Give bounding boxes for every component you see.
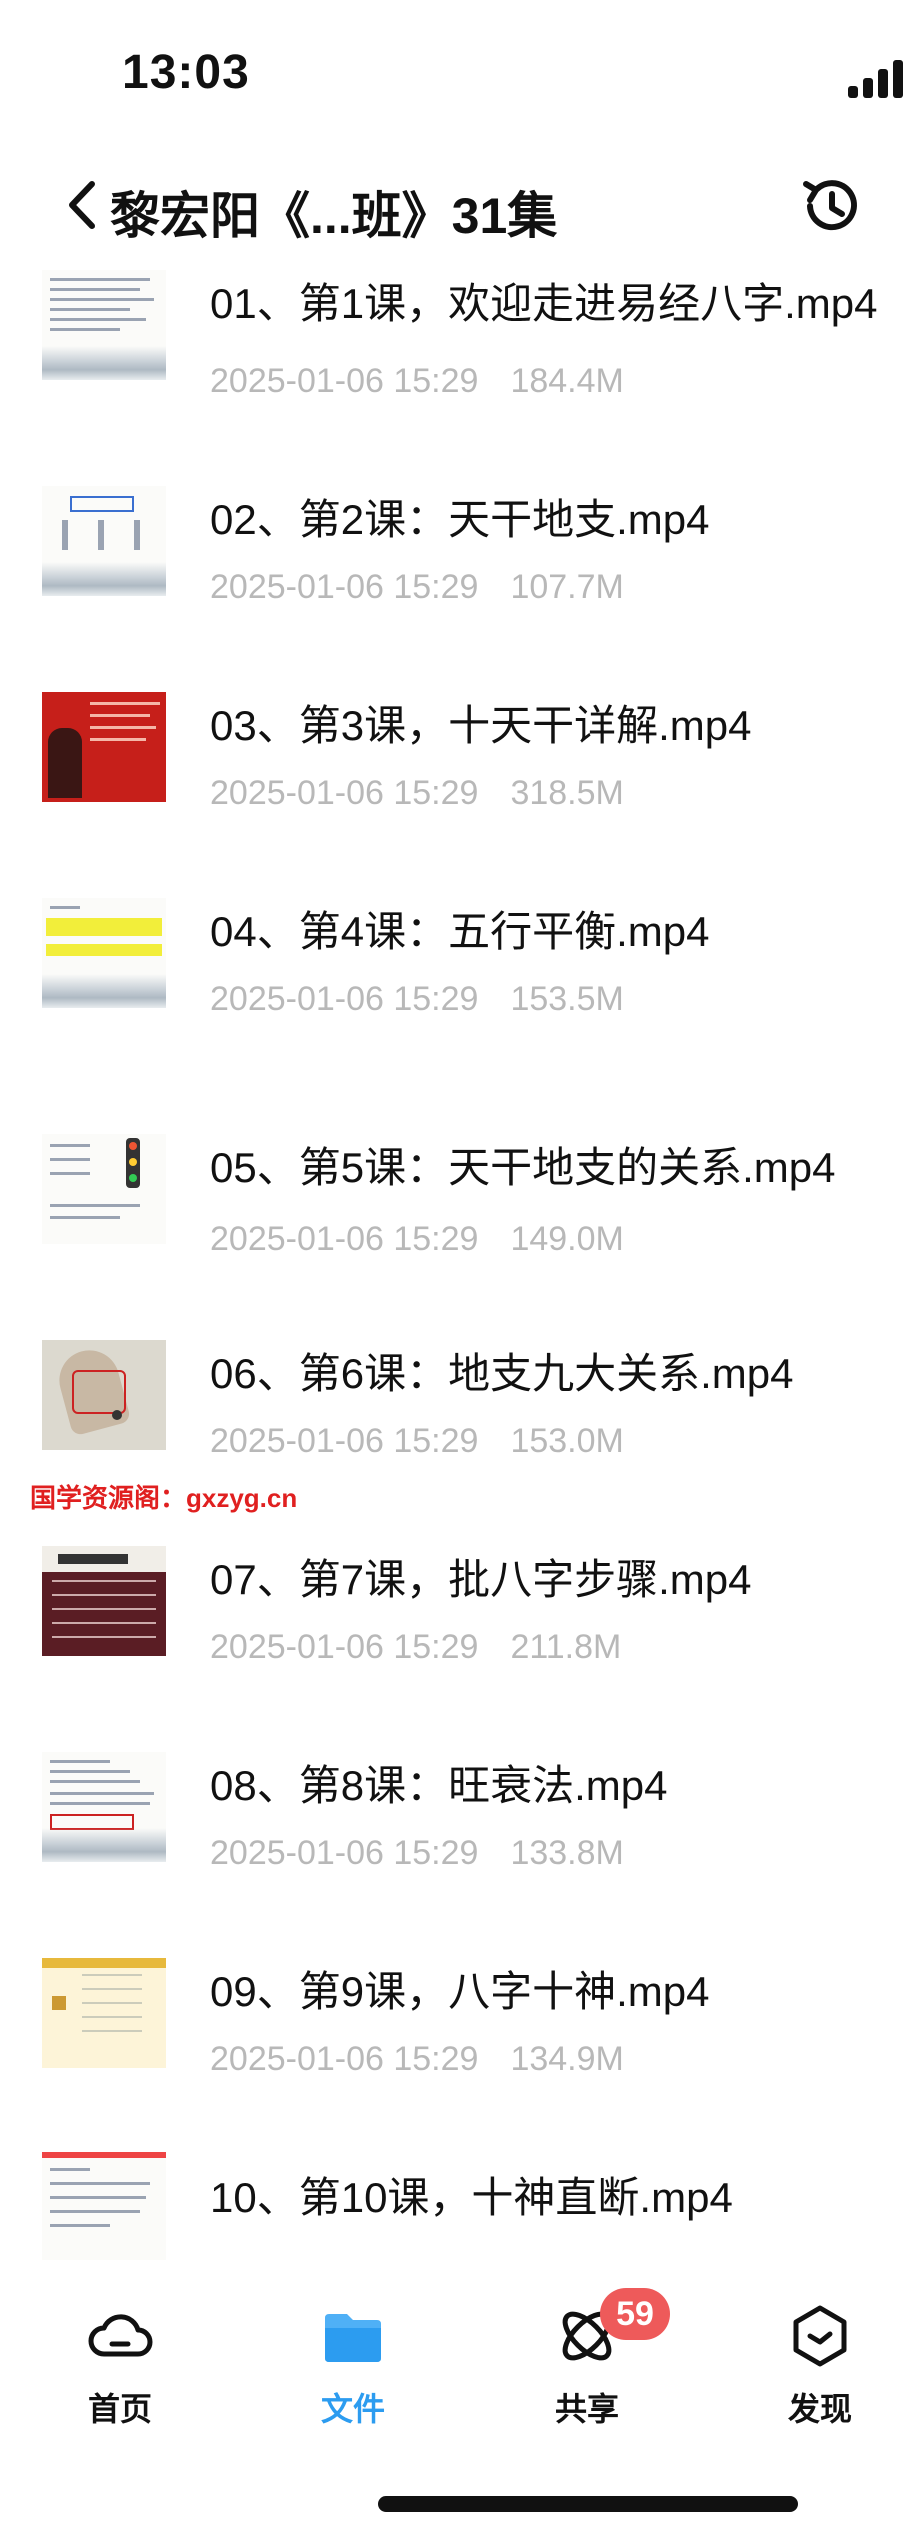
video-thumbnail — [42, 1752, 166, 1862]
file-size: 153.0M — [510, 1422, 624, 1460]
video-thumbnail — [42, 270, 166, 380]
file-size: 107.7M — [510, 568, 624, 606]
file-name: 08、第8课：旺衰法.mp4 — [210, 1762, 668, 1809]
file-date: 2025-01-06 15:29 — [210, 774, 479, 812]
list-item[interactable]: 05、第5课：天干地支的关系.mp4 2025-01-06 15:29 149.0… — [0, 1074, 924, 1274]
file-list: 01、第1课，欢迎走进易经八字.mp4 2025-01-06 15:29 184.… — [0, 250, 924, 2260]
file-name: 10、第10课，十神直断.mp4 — [210, 2174, 733, 2221]
cellular-signal-icon — [848, 60, 908, 98]
page-title: 黎宏阳《...班》31集 — [110, 188, 558, 244]
file-meta: 2025-01-06 15:29 149.0M — [210, 1220, 624, 1259]
file-date: 2025-01-06 15:29 — [210, 362, 479, 400]
file-date: 2025-01-06 15:29 — [210, 1834, 479, 1872]
file-meta: 2025-01-06 15:29 153.0M — [210, 1422, 624, 1461]
list-item[interactable]: 03、第3课，十天干详解.mp4 2025-01-06 15:29 318.5M — [0, 662, 924, 862]
file-date: 2025-01-06 15:29 — [210, 1422, 479, 1460]
file-name: 07、第7课，批八字步骤.mp4 — [210, 1556, 752, 1603]
tab-label: 文件 — [320, 2391, 385, 2427]
file-size: 318.5M — [510, 774, 624, 812]
file-name: 06、第6课：地支九大关系.mp4 — [210, 1350, 794, 1397]
history-icon[interactable] — [796, 170, 868, 242]
list-item[interactable]: 02、第2课：天干地支.mp4 2025-01-06 15:29 107.7M — [0, 456, 924, 656]
file-size: 153.5M — [510, 980, 624, 1018]
tab-files[interactable]: 文件 — [283, 2300, 423, 2427]
list-item[interactable]: 01、第1课，欢迎走进易经八字.mp4 2025-01-06 15:29 184.… — [0, 250, 924, 450]
tab-label: 首页 — [87, 2391, 152, 2427]
file-name: 09、第9课，八字十神.mp4 — [210, 1968, 710, 2015]
video-thumbnail — [42, 1134, 166, 1244]
list-item[interactable]: 07、第7课，批八字步骤.mp4 2025-01-06 15:29 211.8M — [0, 1516, 924, 1716]
list-item[interactable]: 10、第10课，十神直断.mp4 — [0, 2134, 924, 2260]
discover-icon — [793, 2305, 847, 2367]
file-meta: 2025-01-06 15:29 134.9M — [210, 2040, 624, 2079]
file-name: 03、第3课，十天干详解.mp4 — [210, 702, 752, 749]
folder-icon — [325, 2314, 381, 2362]
video-thumbnail — [42, 898, 166, 1008]
file-date: 2025-01-06 15:29 — [210, 1628, 479, 1666]
back-chevron-icon[interactable] — [62, 178, 102, 232]
video-thumbnail — [42, 1958, 166, 2068]
list-item[interactable]: 04、第4课：五行平衡.mp4 2025-01-06 15:29 153.5M — [0, 868, 924, 1068]
file-size: 211.8M — [510, 1628, 622, 1666]
tab-home[interactable]: 首页 — [50, 2300, 190, 2427]
status-bar: 13:03 — [0, 0, 924, 150]
video-thumbnail — [42, 2152, 166, 2260]
notification-badge: 59 — [600, 2288, 670, 2340]
status-time: 13:03 — [122, 46, 250, 99]
file-meta: 2025-01-06 15:29 184.4M — [210, 362, 624, 401]
list-item[interactable]: 08、第8课：旺衰法.mp4 2025-01-06 15:29 133.8M — [0, 1722, 924, 1922]
video-thumbnail — [42, 1340, 166, 1450]
nav-bar: 黎宏阳《...班》31集 — [0, 160, 924, 250]
video-thumbnail — [42, 486, 166, 596]
file-size: 149.0M — [510, 1220, 624, 1258]
tab-label: 发现 — [787, 2391, 852, 2427]
file-meta: 2025-01-06 15:29 153.5M — [210, 980, 624, 1019]
file-meta: 2025-01-06 15:29 211.8M — [210, 1628, 621, 1667]
file-name: 04、第4课：五行平衡.mp4 — [210, 908, 710, 955]
tab-label: 共享 — [554, 2391, 619, 2427]
file-meta: 2025-01-06 15:29 133.8M — [210, 1834, 624, 1873]
file-date: 2025-01-06 15:29 — [210, 980, 479, 1018]
file-name: 05、第5课：天干地支的关系.mp4 — [210, 1144, 836, 1191]
tab-discover[interactable]: 发现 — [750, 2300, 890, 2427]
video-thumbnail — [42, 692, 166, 802]
file-meta: 2025-01-06 15:29 107.7M — [210, 568, 624, 607]
cloud-icon — [88, 2314, 153, 2357]
file-size: 133.8M — [510, 1834, 624, 1872]
list-item[interactable]: 09、第9课，八字十神.mp4 2025-01-06 15:29 134.9M — [0, 1928, 924, 2128]
watermark-text: 国学资源阁：gxzyg.cn — [30, 1483, 298, 1513]
file-name: 01、第1课，欢迎走进易经八字.mp4 — [210, 280, 878, 327]
file-date: 2025-01-06 15:29 — [210, 1220, 479, 1258]
file-date: 2025-01-06 15:29 — [210, 568, 479, 606]
video-thumbnail — [42, 1546, 166, 1656]
file-size: 134.9M — [510, 2040, 624, 2078]
file-meta: 2025-01-06 15:29 318.5M — [210, 774, 624, 813]
file-name: 02、第2课：天干地支.mp4 — [210, 496, 710, 543]
tab-bar: 首页 文件 共享 59 发现 — [0, 2260, 924, 2532]
file-date: 2025-01-06 15:29 — [210, 2040, 479, 2078]
file-size: 184.4M — [510, 362, 624, 400]
home-indicator[interactable] — [378, 2496, 798, 2512]
